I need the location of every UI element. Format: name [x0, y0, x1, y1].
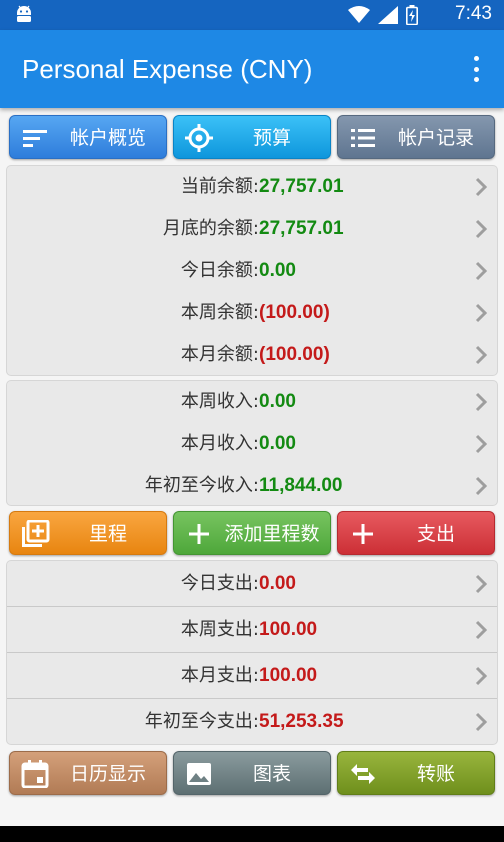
calendar-icon — [21, 760, 49, 788]
transfer-label: 转账 — [416, 763, 455, 785]
android-icon — [17, 5, 31, 22]
balance-row[interactable]: 今日余额: 0.00 — [7, 250, 497, 292]
income-value: 0.00 — [259, 391, 296, 412]
balance-value: (100.00) — [259, 344, 330, 365]
balance-value: (100.00) — [259, 302, 330, 323]
mileage-button[interactable]: 里程 — [9, 511, 167, 555]
income-row[interactable]: 本周收入: 0.00 — [7, 381, 497, 423]
status-time: 7:43 — [455, 3, 492, 24]
add-mileage-label: 添加里程数 — [224, 523, 320, 545]
chevron-right-icon — [475, 476, 487, 496]
status-bar: 7:43 — [0, 0, 504, 30]
add-library-icon — [22, 520, 50, 547]
income-panel: 本周收入: 0.00 本月收入: 0.00 年初至今收入: 11,844.00 — [6, 380, 498, 506]
more-vert-icon[interactable] — [472, 56, 480, 82]
expense-label: 支出 — [416, 523, 455, 545]
swap-arrows-icon — [351, 764, 375, 784]
chevron-right-icon — [475, 620, 487, 640]
calendar-view-label: 日历显示 — [69, 763, 146, 785]
plus-icon — [353, 524, 373, 544]
expense-value: 0.00 — [259, 573, 296, 594]
account-records-button[interactable]: 帐户记录 — [337, 115, 495, 159]
income-row[interactable]: 年初至今收入: 11,844.00 — [7, 465, 497, 507]
account-overview-label: 帐户概览 — [69, 127, 146, 149]
balance-label: 月底的余额: — [162, 218, 259, 239]
budget-button[interactable]: 预算 — [173, 115, 331, 159]
balance-row[interactable]: 本月余额: (100.00) — [7, 334, 497, 376]
transfer-button[interactable]: 转账 — [337, 751, 495, 795]
mileage-label: 里程 — [88, 523, 127, 545]
app-bar: Personal Expense (CNY) — [0, 30, 504, 108]
expense-label: 今日支出: — [180, 573, 259, 594]
chevron-right-icon — [475, 434, 487, 454]
income-label: 本周收入: — [180, 391, 259, 412]
wifi-icon — [348, 6, 370, 23]
income-value: 0.00 — [259, 433, 296, 454]
plus-icon — [189, 524, 209, 544]
chevron-right-icon — [475, 219, 487, 239]
balance-row[interactable]: 本周余额: (100.00) — [7, 292, 497, 334]
expense-button[interactable]: 支出 — [337, 511, 495, 555]
list-icon — [351, 129, 375, 147]
expense-panel: 今日支出: 0.00 本周支出: 100.00 本月支出: 100.00 年初至… — [6, 560, 498, 745]
chevron-right-icon — [475, 303, 487, 323]
expense-row[interactable]: 今日支出: 0.00 — [7, 563, 497, 605]
expense-row[interactable]: 本周支出: 100.00 — [7, 609, 497, 651]
row-divider — [7, 698, 497, 699]
expense-value: 51,253.35 — [259, 711, 344, 732]
account-overview-button[interactable]: 帐户概览 — [9, 115, 167, 159]
expense-row[interactable]: 年初至今支出: 51,253.35 — [7, 701, 497, 743]
balance-row[interactable]: 月底的余额: 27,757.01 — [7, 208, 497, 250]
balance-row[interactable]: 当前余额: 27,757.01 — [7, 166, 497, 208]
add-mileage-button[interactable]: 添加里程数 — [173, 511, 331, 555]
income-label: 本月收入: — [180, 433, 259, 454]
budget-label: 预算 — [252, 127, 291, 149]
calendar-view-button[interactable]: 日历显示 — [9, 751, 167, 795]
chevron-right-icon — [475, 666, 487, 686]
income-row[interactable]: 本月收入: 0.00 — [7, 423, 497, 465]
row-divider — [7, 606, 497, 607]
expense-label: 年初至今支出: — [144, 711, 259, 732]
expense-value: 100.00 — [259, 619, 318, 640]
chevron-right-icon — [475, 177, 487, 197]
account-records-label: 帐户记录 — [397, 127, 474, 149]
chevron-right-icon — [475, 261, 487, 281]
chart-button[interactable]: 图表 — [173, 751, 331, 795]
expense-label: 本周支出: — [180, 619, 259, 640]
sort-lines-icon — [23, 130, 47, 147]
chevron-right-icon — [475, 574, 487, 594]
balance-label: 本周余额: — [180, 302, 259, 323]
balance-label: 本月余额: — [180, 344, 259, 365]
chart-label: 图表 — [252, 763, 291, 785]
target-icon — [185, 124, 213, 152]
balance-label: 当前余额: — [180, 176, 259, 197]
balance-label: 今日余额: — [180, 260, 259, 281]
income-value: 11,844.00 — [259, 475, 343, 496]
image-icon — [187, 763, 211, 785]
balance-value: 0.00 — [259, 260, 296, 281]
signal-icon — [378, 6, 398, 24]
chevron-right-icon — [475, 712, 487, 732]
balance-value: 27,757.01 — [259, 218, 344, 239]
balance-panel: 当前余额: 27,757.01 月底的余额: 27,757.01 今日余额: 0… — [6, 165, 498, 376]
expense-value: 100.00 — [259, 665, 318, 686]
balance-value: 27,757.01 — [259, 176, 344, 197]
battery-icon — [406, 5, 418, 25]
navigation-bar — [0, 826, 504, 842]
row-divider — [7, 652, 497, 653]
expense-row[interactable]: 本月支出: 100.00 — [7, 655, 497, 697]
income-label: 年初至今收入: — [144, 475, 259, 496]
chevron-right-icon — [475, 392, 487, 412]
chevron-right-icon — [475, 345, 487, 365]
expense-label: 本月支出: — [180, 665, 259, 686]
app-title: Personal Expense (CNY) — [22, 54, 313, 84]
